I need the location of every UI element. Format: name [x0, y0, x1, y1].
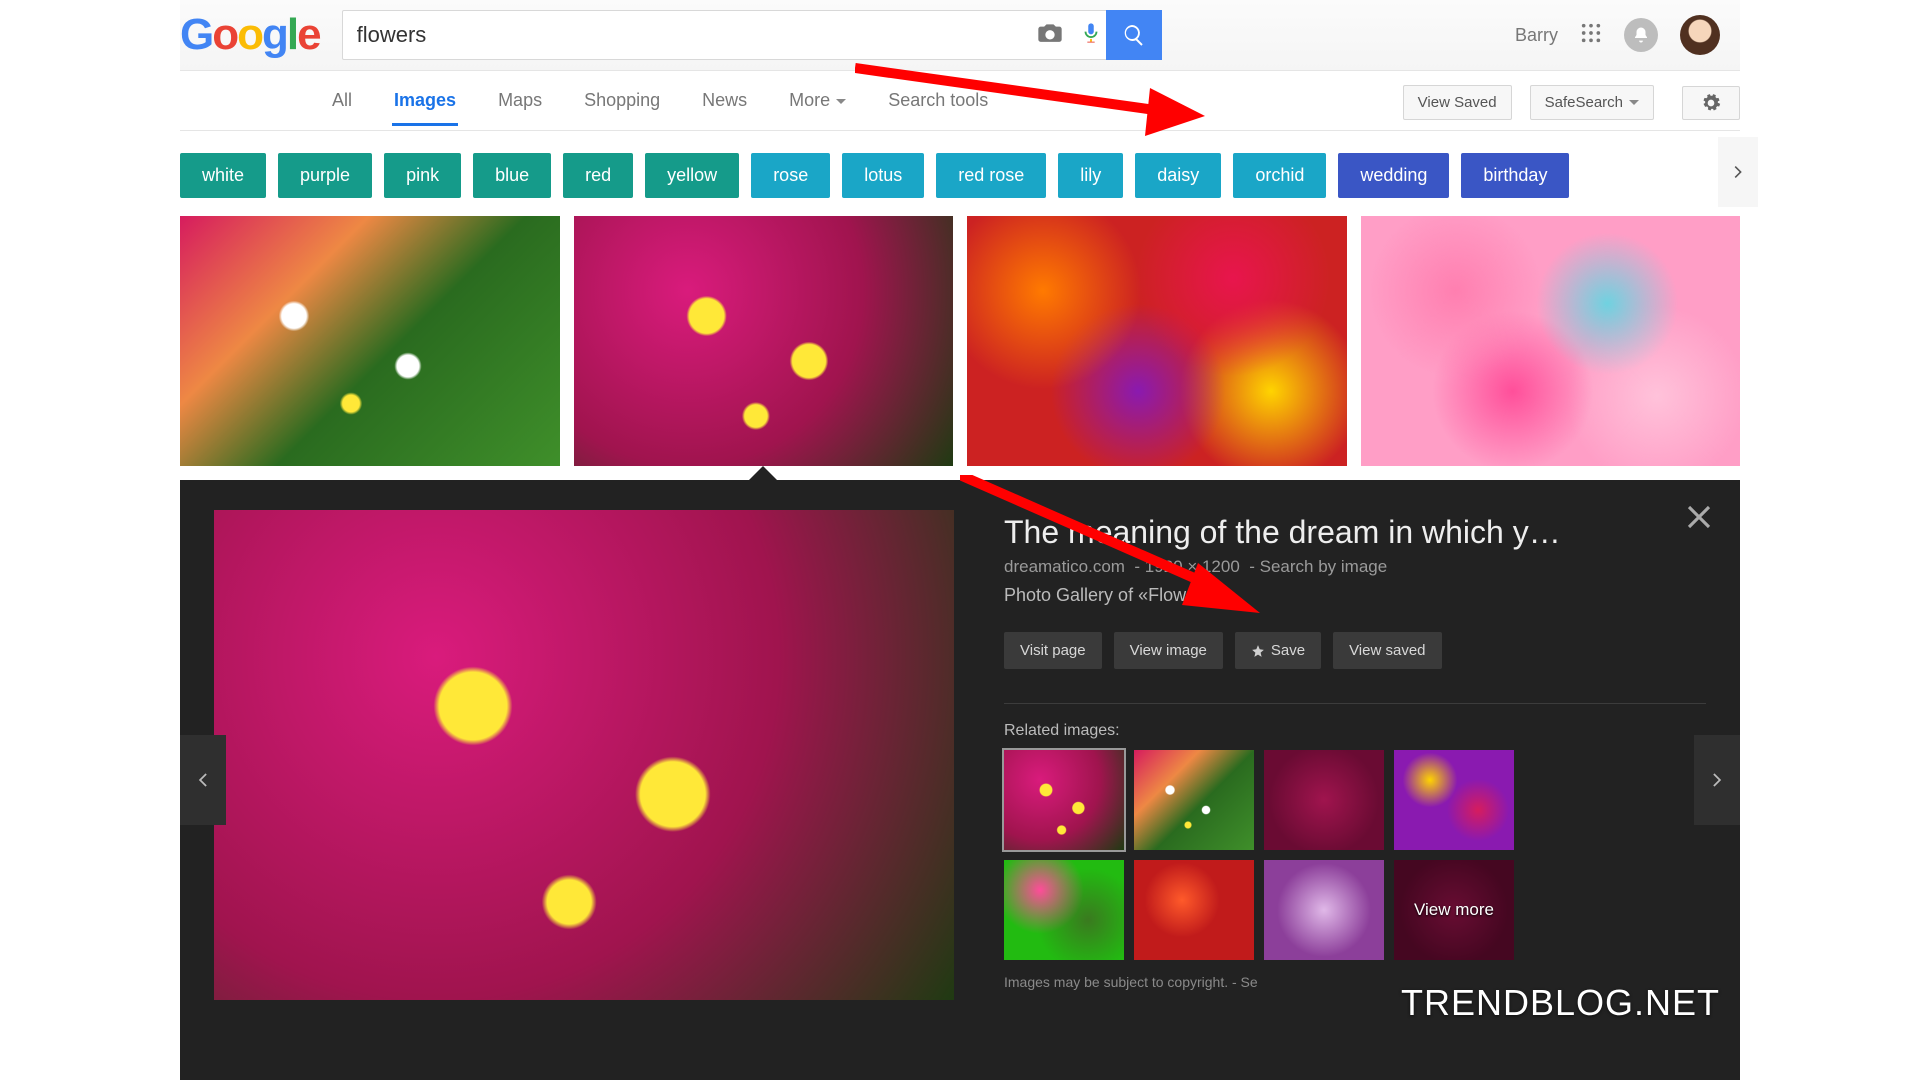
- chevron-right-icon: [1729, 163, 1747, 181]
- tab-more[interactable]: More: [787, 90, 848, 125]
- microphone-icon[interactable]: [1080, 19, 1102, 52]
- notifications-icon[interactable]: [1624, 18, 1658, 52]
- result-thumb[interactable]: [180, 216, 560, 466]
- filter-chip[interactable]: red rose: [936, 153, 1046, 198]
- watermark: TRENDBLOG.NET: [1401, 982, 1720, 1024]
- result-thumb[interactable]: [1361, 216, 1741, 466]
- related-thumb[interactable]: [1264, 860, 1384, 960]
- search-by-image-link[interactable]: Search by image: [1260, 557, 1388, 576]
- next-image-button[interactable]: [1694, 735, 1740, 825]
- star-icon: [1251, 644, 1265, 658]
- visit-page-button[interactable]: Visit page: [1004, 632, 1102, 669]
- header-bar: Google Barry: [180, 0, 1740, 71]
- close-icon: [1684, 502, 1714, 532]
- nav-tabs: All Images Maps Shopping News More Searc…: [180, 71, 1740, 131]
- settings-button[interactable]: [1682, 86, 1740, 120]
- detail-subtitle: dreamatico.com - 1920 × 1200 - Search by…: [1004, 557, 1706, 577]
- filter-chip[interactable]: rose: [751, 153, 830, 198]
- related-thumb[interactable]: [1394, 750, 1514, 850]
- related-view-more[interactable]: View more: [1394, 860, 1514, 960]
- filter-chip[interactable]: yellow: [645, 153, 739, 198]
- save-button-label: Save: [1271, 642, 1305, 659]
- gear-icon: [1701, 93, 1721, 113]
- detail-dimensions: 1920 × 1200: [1145, 557, 1240, 576]
- filter-chip[interactable]: lily: [1058, 153, 1123, 198]
- apps-icon[interactable]: [1580, 22, 1602, 49]
- detail-image[interactable]: [214, 510, 954, 1000]
- save-button[interactable]: Save: [1235, 632, 1321, 669]
- camera-icon[interactable]: [1036, 19, 1064, 52]
- chevron-left-icon: [193, 770, 213, 790]
- avatar[interactable]: [1680, 15, 1720, 55]
- chips-next-button[interactable]: [1718, 137, 1758, 207]
- related-thumb[interactable]: [1004, 860, 1124, 960]
- prev-image-button[interactable]: [180, 735, 226, 825]
- chevron-right-icon: [1707, 770, 1727, 790]
- related-thumb[interactable]: [1134, 750, 1254, 850]
- detail-description: Photo Gallery of «Flowers»: [1004, 585, 1706, 606]
- filter-chip[interactable]: blue: [473, 153, 551, 198]
- view-image-button[interactable]: View image: [1114, 632, 1223, 669]
- related-thumb[interactable]: [1004, 750, 1124, 850]
- result-thumb[interactable]: [967, 216, 1347, 466]
- search-icon: [1122, 23, 1146, 47]
- related-thumb[interactable]: [1134, 860, 1254, 960]
- filter-chip[interactable]: pink: [384, 153, 461, 198]
- user-name[interactable]: Barry: [1515, 25, 1558, 46]
- tab-search-tools[interactable]: Search tools: [886, 90, 990, 125]
- filter-chips: white purple pink bluered yellow rose lotus red…: [180, 131, 1740, 212]
- search-wrap: [342, 10, 1162, 60]
- detail-title: The meaning of the dream in which y…: [1004, 514, 1706, 551]
- view-saved-button[interactable]: View Saved: [1403, 85, 1512, 120]
- tab-news[interactable]: News: [700, 90, 749, 125]
- view-saved-detail-button[interactable]: View saved: [1333, 632, 1441, 669]
- google-logo[interactable]: Google: [180, 10, 342, 60]
- filter-chip[interactable]: lotus: [842, 153, 924, 198]
- filter-chip[interactable]: white: [180, 153, 266, 198]
- tab-images[interactable]: Images: [392, 90, 458, 125]
- filter-chip[interactable]: wedding: [1338, 153, 1449, 198]
- related-images-grid: View more: [1004, 750, 1706, 960]
- results-row: [180, 212, 1740, 466]
- tab-all[interactable]: All: [330, 90, 354, 125]
- filter-chip[interactable]: purple: [278, 153, 372, 198]
- filter-chip[interactable]: daisy: [1135, 153, 1221, 198]
- view-more-label: View more: [1414, 900, 1494, 920]
- search-button[interactable]: [1106, 10, 1162, 60]
- close-button[interactable]: [1684, 502, 1714, 537]
- filter-chip[interactable]: birthday: [1461, 153, 1569, 198]
- result-thumb[interactable]: [574, 216, 954, 466]
- detail-source-link[interactable]: dreamatico.com: [1004, 557, 1125, 576]
- related-images-label: Related images:: [1004, 703, 1706, 740]
- safesearch-button[interactable]: SafeSearch: [1530, 85, 1654, 120]
- tab-shopping[interactable]: Shopping: [582, 90, 662, 125]
- tab-maps[interactable]: Maps: [496, 90, 544, 125]
- related-thumb[interactable]: [1264, 750, 1384, 850]
- filter-chip[interactable]: orchid: [1233, 153, 1326, 198]
- filter-chip[interactable]: red: [563, 153, 633, 198]
